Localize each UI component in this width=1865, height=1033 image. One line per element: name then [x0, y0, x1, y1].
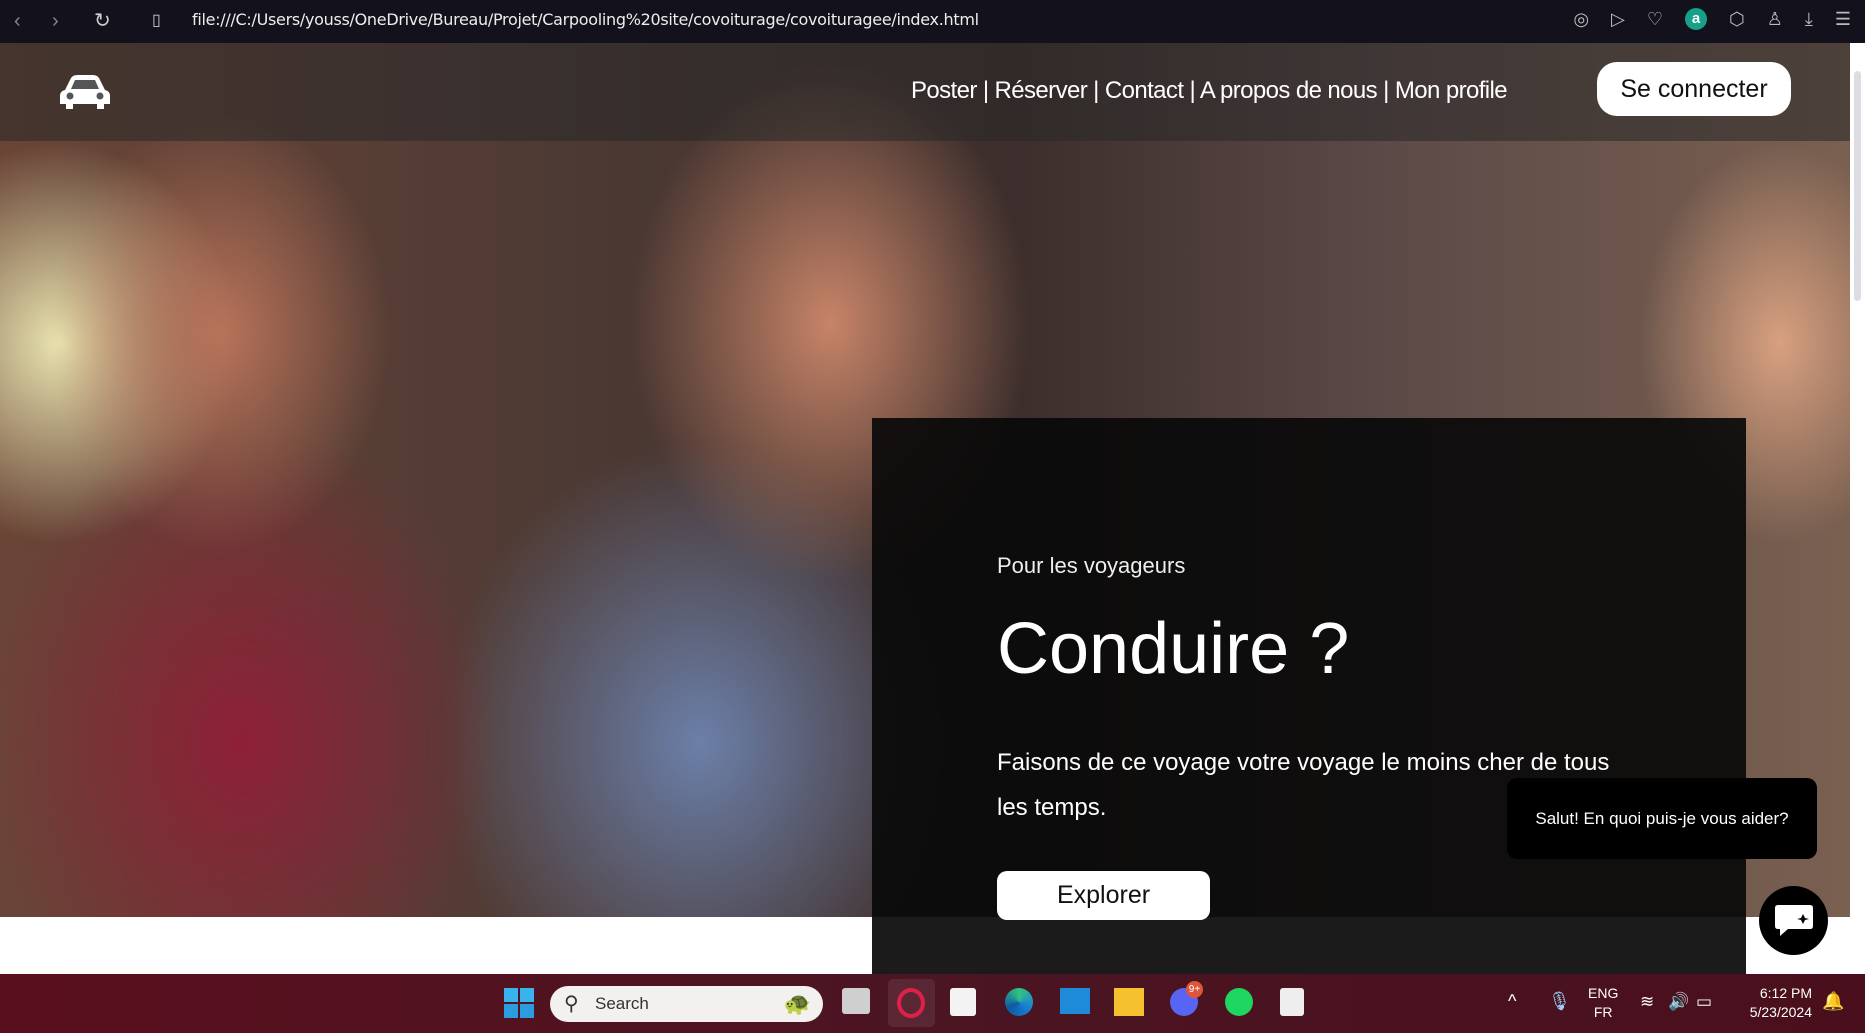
site-header: Poster | Réserver | Contact | A propos d… [0, 43, 1850, 141]
search-placeholder: Search [595, 994, 649, 1013]
volume-icon[interactable]: 🔊 [1668, 992, 1689, 1011]
nav-link-contact[interactable]: Contact [1105, 77, 1184, 104]
edge-icon[interactable] [1005, 988, 1033, 1016]
nav-link-poster[interactable]: Poster [911, 77, 977, 104]
chat-icon [1774, 904, 1813, 936]
back-icon[interactable]: ‹ [14, 9, 21, 33]
wifi-icon[interactable]: ≋ [1640, 992, 1654, 1011]
lang-primary: ENG [1588, 985, 1619, 1001]
lang-secondary: FR [1593, 1004, 1613, 1020]
nav-link-profile[interactable]: Mon profile [1395, 77, 1508, 104]
windows-start-icon[interactable] [504, 988, 534, 1018]
microphone-icon[interactable]: 🎙 [1548, 992, 1571, 1011]
nav-separator: | [976, 77, 995, 104]
cube-icon[interactable]: ⬡ [1729, 9, 1745, 30]
file-icon: ▯ [152, 12, 161, 29]
settings-sliders-icon[interactable]: ☰ [1835, 9, 1851, 30]
clock-time: 6:12 PM [1759, 985, 1812, 1001]
login-button[interactable]: Se connecter [1597, 62, 1791, 116]
page-scrollbar[interactable] [1850, 43, 1865, 974]
reload-icon[interactable]: ↻ [94, 9, 111, 33]
task-view-icon[interactable] [842, 988, 870, 1014]
extension-icon[interactable]: a [1685, 8, 1708, 30]
nav-separator: | [1087, 77, 1105, 104]
taskbar-search[interactable]: ⚲ Search 🐢 [550, 986, 823, 1022]
nav-separator: | [1377, 77, 1395, 104]
nav-link-about[interactable]: A propos de nous [1200, 77, 1378, 104]
hero-card: Pour les voyageurs Conduire ? Faisons de… [872, 418, 1746, 974]
address-bar[interactable]: file:///C:/Users/youss/OneDrive/Bureau/P… [192, 10, 979, 29]
chat-button[interactable] [1759, 886, 1828, 955]
car-logo-icon[interactable] [59, 74, 111, 110]
profile-icon[interactable]: ♙ [1767, 9, 1783, 30]
show-hidden-icons-icon[interactable]: ^ [1508, 992, 1516, 1011]
send-icon[interactable]: ▷ [1611, 9, 1625, 30]
camera-icon[interactable]: ◎ [1573, 9, 1589, 30]
download-icon[interactable]: ⤓ [1805, 9, 1813, 30]
scrollbar-thumb[interactable] [1854, 71, 1861, 301]
hero-eyebrow: Pour les voyageurs [997, 553, 1186, 578]
turtle-icon: 🐢 [783, 991, 811, 1016]
discord-badge: 9+ [1186, 981, 1203, 998]
hero-title: Conduire ? [997, 609, 1350, 689]
nav-separator: | [1183, 77, 1200, 104]
chat-greeting-bubble: Salut! En quoi puis-je vous aider? [1507, 778, 1817, 859]
opera-icon[interactable] [897, 988, 925, 1018]
clock-date: 5/23/2024 [1749, 1004, 1812, 1020]
windows-taskbar: ⚲ Search 🐢 9+ ^ 🎙 ENG FR ≋ 🔊 ▭ 6:12 PM 5… [0, 974, 1865, 1033]
main-nav: Poster | Réserver | Contact | A propos d… [911, 77, 1508, 105]
mail-icon[interactable] [1060, 988, 1090, 1014]
forward-icon[interactable]: › [52, 9, 59, 33]
microsoft-store-icon[interactable] [950, 988, 976, 1016]
search-icon: ⚲ [564, 993, 579, 1015]
nav-link-reserver[interactable]: Réserver [995, 77, 1088, 104]
language-indicator[interactable]: ENG FR [1588, 984, 1618, 1022]
explore-button[interactable]: Explorer [997, 871, 1210, 920]
browser-toolbar: ‹ › ↻ ▯ file:///C:/Users/youss/OneDrive/… [0, 0, 1865, 43]
spotify-icon[interactable] [1225, 988, 1253, 1016]
file-explorer-icon[interactable] [1114, 988, 1144, 1016]
clock[interactable]: 6:12 PM 5/23/2024 [1740, 984, 1812, 1022]
battery-icon[interactable]: ▭ [1696, 992, 1712, 1011]
snipping-tool-icon[interactable] [1280, 988, 1304, 1016]
heart-icon[interactable]: ♡ [1647, 9, 1663, 30]
notification-bell-icon[interactable]: 🔔 [1822, 992, 1844, 1011]
